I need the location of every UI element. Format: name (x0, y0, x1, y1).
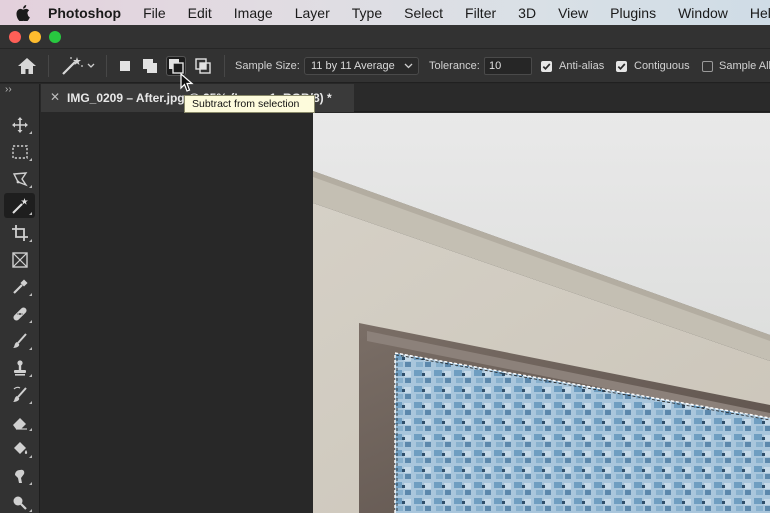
history-brush-tool-icon[interactable] (4, 382, 35, 407)
sample-all-layers-checkbox[interactable] (702, 61, 713, 72)
window-minimize-button[interactable] (29, 31, 41, 43)
menu-type[interactable]: Type (352, 5, 382, 21)
tool-preset-picker[interactable] (60, 55, 100, 80)
lasso-tool-icon[interactable] (4, 166, 35, 191)
menu-help[interactable]: Help (750, 5, 770, 21)
new-selection-button[interactable] (115, 56, 135, 76)
apple-logo-icon[interactable] (16, 4, 30, 21)
contiguous-checkbox[interactable] (616, 61, 627, 72)
close-tab-icon[interactable]: ✕ (50, 90, 60, 104)
sample-size-value: 11 by 11 Average (311, 60, 395, 72)
paint-bucket-tool-icon[interactable] (4, 436, 35, 461)
menu-filter[interactable]: Filter (465, 5, 496, 21)
intersect-with-selection-button[interactable] (193, 56, 213, 76)
options-separator (224, 55, 225, 77)
options-separator (48, 55, 49, 77)
menu-view[interactable]: View (558, 5, 588, 21)
tolerance-input[interactable]: 10 (484, 57, 532, 75)
healing-brush-tool-icon[interactable] (4, 301, 35, 326)
menu-image[interactable]: Image (234, 5, 273, 21)
options-separator (106, 55, 107, 77)
menu-select[interactable]: Select (404, 5, 443, 21)
menu-3d[interactable]: 3D (518, 5, 536, 21)
anti-alias-checkbox[interactable] (541, 61, 552, 72)
clone-stamp-tool-icon[interactable] (4, 355, 35, 380)
smudge-tool-icon[interactable] (4, 463, 35, 488)
tools-panel: ›› (0, 84, 40, 513)
menu-plugins[interactable]: Plugins (610, 5, 656, 21)
contiguous-label: Contiguous (634, 60, 690, 72)
menu-file[interactable]: File (143, 5, 166, 21)
tooltip: Subtract from selection (184, 95, 315, 113)
document-tab-bar: ✕ IMG_0209 – After.jpg @ 25% (Layer 1, R… (41, 84, 770, 112)
window-title-bar (0, 25, 770, 49)
menu-app-name[interactable]: Photoshop (48, 5, 121, 21)
collapse-panel-icon[interactable]: ›› (5, 84, 12, 95)
menu-layer[interactable]: Layer (295, 5, 330, 21)
marquee-tool-icon[interactable] (4, 139, 35, 164)
anti-alias-label: Anti-alias (559, 60, 605, 72)
menu-edit[interactable]: Edit (188, 5, 212, 21)
dodge-tool-icon[interactable] (4, 490, 35, 513)
checkmark-icon (617, 63, 626, 71)
macos-menu-bar: Photoshop File Edit Image Layer Type Sel… (0, 0, 770, 25)
options-bar: Sample Size: 11 by 11 Average Tolerance:… (0, 49, 770, 92)
brush-tool-icon[interactable] (4, 328, 35, 353)
mouse-cursor-icon (180, 72, 194, 96)
canvas-area[interactable] (41, 113, 770, 513)
window-maximize-button[interactable] (49, 31, 61, 43)
window-close-button[interactable] (9, 31, 21, 43)
tolerance-label: Tolerance: (429, 60, 480, 72)
chevron-down-icon (404, 63, 413, 69)
eyedropper-tool-icon[interactable] (4, 274, 35, 299)
move-tool-icon[interactable] (4, 112, 35, 137)
home-icon[interactable] (17, 57, 37, 78)
sample-size-label: Sample Size: (235, 60, 300, 72)
crop-tool-icon[interactable] (4, 220, 35, 245)
sample-size-dropdown[interactable]: 11 by 11 Average (304, 57, 419, 75)
frame-tool-icon[interactable] (4, 247, 35, 272)
sample-all-layers-label: Sample All (719, 60, 770, 72)
document-canvas-image[interactable] (313, 113, 770, 513)
menu-window[interactable]: Window (678, 5, 728, 21)
eraser-tool-icon[interactable] (4, 409, 35, 434)
add-to-selection-button[interactable] (140, 56, 160, 76)
checkmark-icon (542, 63, 551, 71)
magic-wand-tool-icon[interactable] (4, 193, 35, 218)
